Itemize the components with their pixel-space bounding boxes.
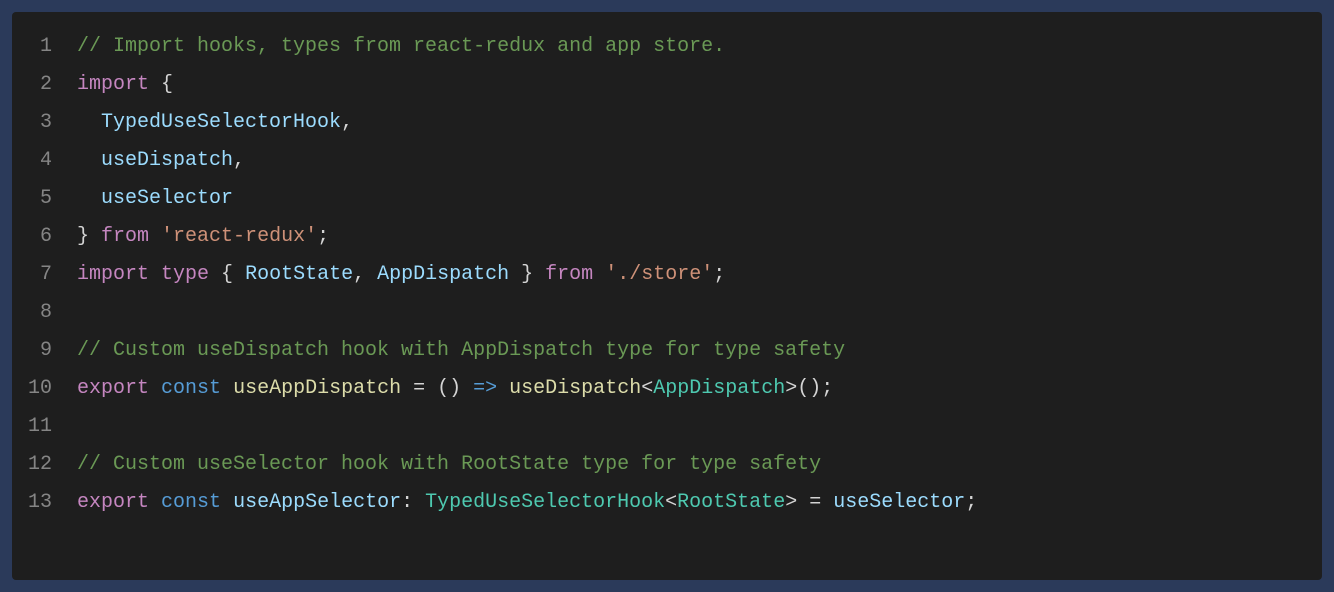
line-number: 5 — [12, 180, 77, 218]
token-punct: } — [77, 225, 101, 248]
code-line[interactable]: 1// Import hooks, types from react-redux… — [12, 28, 1322, 66]
token-variable: useSelector — [833, 491, 965, 514]
token-type: TypedUseSelectorHook — [425, 491, 665, 514]
token-variable: RootState — [245, 263, 353, 286]
token-comment: // Custom useSelector hook with RootStat… — [77, 453, 821, 476]
line-number: 8 — [12, 294, 77, 332]
token-keyword: export — [77, 491, 149, 514]
line-number: 1 — [12, 28, 77, 66]
token-punct: ; — [965, 491, 977, 514]
token-keyword: type — [161, 263, 209, 286]
code-line[interactable]: 10export const useAppDispatch = () => us… — [12, 370, 1322, 408]
token-punct: : — [401, 491, 425, 514]
token-type: RootState — [677, 491, 785, 514]
token-punct — [221, 377, 233, 400]
code-line[interactable]: 4 useDispatch, — [12, 142, 1322, 180]
line-number: 10 — [12, 370, 77, 408]
token-type: AppDispatch — [653, 377, 785, 400]
token-punct — [497, 377, 509, 400]
line-number: 4 — [12, 142, 77, 180]
code-line[interactable]: 2import { — [12, 66, 1322, 104]
token-punct — [149, 377, 161, 400]
token-const-kw: const — [161, 491, 221, 514]
token-punct — [149, 491, 161, 514]
token-comment: // Custom useDispatch hook with AppDispa… — [77, 339, 845, 362]
token-punct: , — [353, 263, 377, 286]
code-content[interactable]: TypedUseSelectorHook, — [77, 104, 353, 142]
token-variable: useAppSelector — [233, 491, 401, 514]
token-punct: < — [641, 377, 653, 400]
token-const-kw: => — [473, 377, 497, 400]
code-content[interactable]: // Custom useDispatch hook with AppDispa… — [77, 332, 845, 370]
code-line[interactable]: 7import type { RootState, AppDispatch } … — [12, 256, 1322, 294]
token-punct: , — [233, 149, 245, 172]
token-comment: // Import hooks, types from react-redux … — [77, 35, 725, 58]
token-punct — [593, 263, 605, 286]
token-func: useAppDispatch — [233, 377, 401, 400]
line-number: 2 — [12, 66, 77, 104]
line-number: 13 — [12, 484, 77, 522]
line-number: 7 — [12, 256, 77, 294]
code-content[interactable]: useDispatch, — [77, 142, 245, 180]
code-line[interactable]: 3 TypedUseSelectorHook, — [12, 104, 1322, 142]
token-punct: >(); — [785, 377, 833, 400]
token-keyword: import — [77, 263, 149, 286]
token-variable: AppDispatch — [377, 263, 509, 286]
code-content[interactable]: import { — [77, 66, 173, 104]
token-keyword: import — [77, 73, 149, 96]
token-string: './store' — [605, 263, 713, 286]
token-variable: useSelector — [101, 187, 233, 210]
token-punct — [77, 111, 101, 134]
code-content[interactable]: // Custom useSelector hook with RootStat… — [77, 446, 821, 484]
token-punct: < — [665, 491, 677, 514]
code-line[interactable]: 13export const useAppSelector: TypedUseS… — [12, 484, 1322, 522]
token-punct: ; — [713, 263, 725, 286]
line-number: 3 — [12, 104, 77, 142]
code-line[interactable]: 9// Custom useDispatch hook with AppDisp… — [12, 332, 1322, 370]
token-keyword: from — [545, 263, 593, 286]
line-number: 6 — [12, 218, 77, 256]
token-keyword: from — [101, 225, 149, 248]
code-content[interactable]: import type { RootState, AppDispatch } f… — [77, 256, 725, 294]
token-operator: = — [809, 491, 821, 514]
token-const-kw: const — [161, 377, 221, 400]
token-punct: , — [341, 111, 353, 134]
code-editor[interactable]: 1// Import hooks, types from react-redux… — [12, 12, 1322, 580]
token-punct: ; — [317, 225, 329, 248]
code-content[interactable]: export const useAppSelector: TypedUseSel… — [77, 484, 977, 522]
code-line[interactable]: 6} from 'react-redux'; — [12, 218, 1322, 256]
token-punct — [401, 377, 413, 400]
token-variable: TypedUseSelectorHook — [101, 111, 341, 134]
token-func: useDispatch — [509, 377, 641, 400]
code-line[interactable]: 8 — [12, 294, 1322, 332]
token-punct — [77, 149, 101, 172]
token-punct: () — [425, 377, 473, 400]
token-operator: = — [413, 377, 425, 400]
token-punct: > — [785, 491, 809, 514]
code-line[interactable]: 5 useSelector — [12, 180, 1322, 218]
token-punct — [77, 187, 101, 210]
line-number: 12 — [12, 446, 77, 484]
code-content[interactable]: useSelector — [77, 180, 233, 218]
line-number: 11 — [12, 408, 77, 446]
token-variable: useDispatch — [101, 149, 233, 172]
code-content[interactable]: export const useAppDispatch = () => useD… — [77, 370, 833, 408]
token-punct: { — [149, 73, 173, 96]
token-punct: } — [509, 263, 545, 286]
code-line[interactable]: 11 — [12, 408, 1322, 446]
token-punct: { — [209, 263, 245, 286]
code-line[interactable]: 12// Custom useSelector hook with RootSt… — [12, 446, 1322, 484]
code-content[interactable]: } from 'react-redux'; — [77, 218, 329, 256]
token-punct — [149, 225, 161, 248]
token-punct — [149, 263, 161, 286]
token-punct — [221, 491, 233, 514]
code-content[interactable]: // Import hooks, types from react-redux … — [77, 28, 725, 66]
token-string: 'react-redux' — [161, 225, 317, 248]
line-number: 9 — [12, 332, 77, 370]
token-punct — [821, 491, 833, 514]
token-keyword: export — [77, 377, 149, 400]
